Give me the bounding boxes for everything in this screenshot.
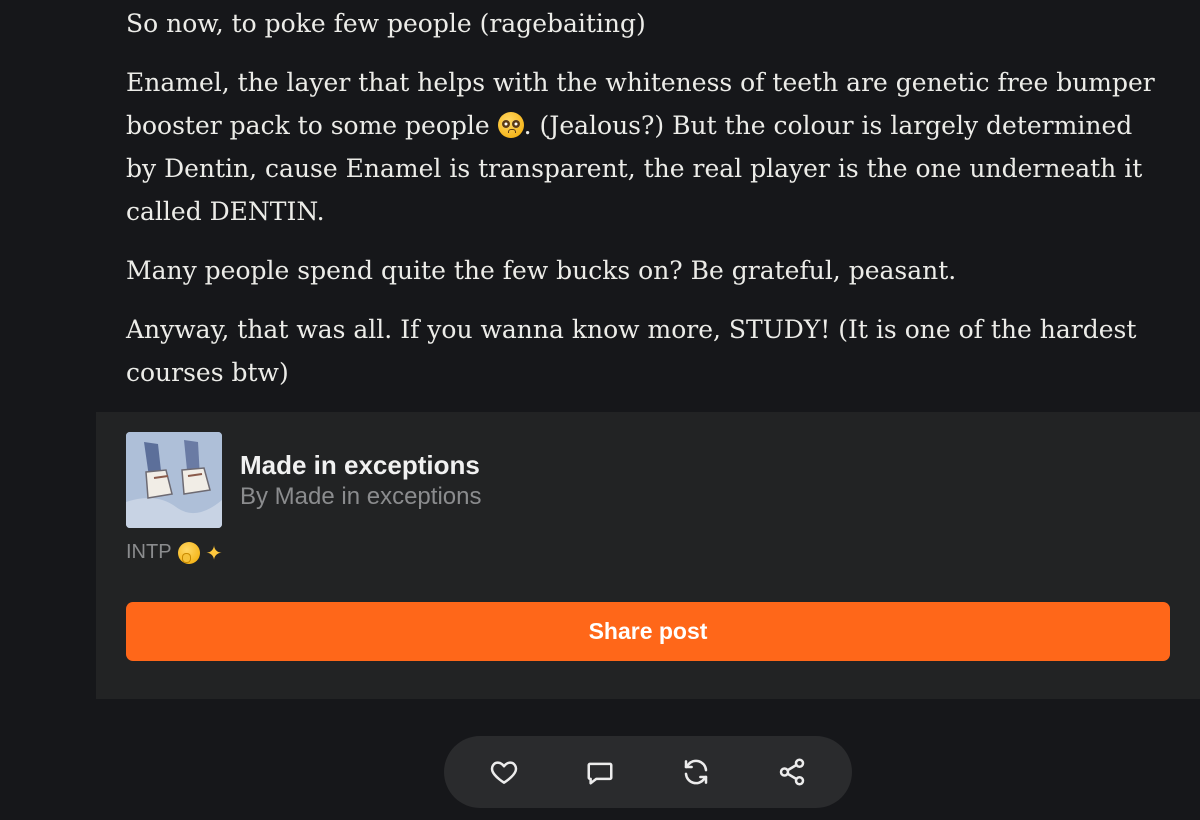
share-post-button[interactable]: Share post [126,602,1170,661]
restack-icon [684,759,708,785]
paragraph-4: Anyway, that was all. If you wanna know … [126,315,1137,387]
publication-description-text: INTP [126,541,172,563]
like-button[interactable] [476,744,532,800]
comment-button[interactable] [572,744,628,800]
shushing-face-emoji [177,541,200,564]
share-button[interactable] [764,744,820,800]
heart-icon [490,761,518,784]
share-icon [779,758,805,786]
publication-byline: By Made in exceptions [240,483,482,510]
paragraph-1: So now, to poke few people (ragebaiting) [126,9,646,38]
paragraph-3: Many people spend quite the few bucks on… [126,256,957,285]
post-action-bar [444,736,852,808]
comment-icon [587,762,613,785]
restack-button[interactable] [668,744,724,800]
paragraph-2: Enamel, the layer that helps with the wh… [126,61,1166,233]
post-body: So now, to poke few people (ragebaiting)… [126,2,1166,410]
pleading-face-emoji [497,112,524,138]
publication-card: Made in exceptions By Made in exceptions… [96,412,1200,699]
publication-description: INTP ✦ [126,541,222,564]
publication-name[interactable]: Made in exceptions [240,450,480,481]
sparkles-icon: ✦ [205,540,223,565]
publication-avatar[interactable] [126,432,222,528]
